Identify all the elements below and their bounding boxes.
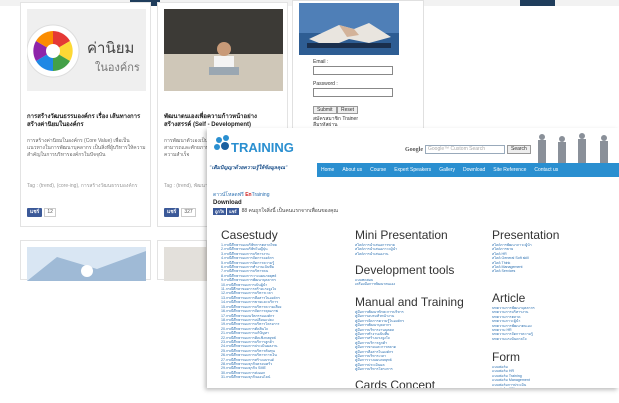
entraining-logo[interactable]: TRAINING	[211, 132, 301, 160]
form-section: Form แบบฟอร์ม แบบฟอร์ม HR แบบฟอร์ม Trainin…	[492, 350, 612, 388]
download-link[interactable]: 31.กรณีศึกษาของธุรกิจออนไลน์	[221, 375, 341, 379]
development-tools-section: Development tools แบบทดสอบ เครื่องมือการพ…	[355, 263, 485, 287]
article-heading: Article	[492, 291, 526, 305]
thumbnail-partial	[164, 247, 208, 281]
download-link[interactable]: สไลด์การนำเสนองาน	[355, 252, 485, 256]
logo-text: TRAINING	[231, 140, 294, 155]
email-label: Email :	[313, 59, 329, 65]
thumbnail-subtitle: ในองค์กร	[95, 61, 140, 74]
main-nav: Home About us Course Expert Speakers Gal…	[317, 163, 619, 177]
card-title[interactable]: พัฒนาตนเองเพื่อความก้าวหน้าอย่างสร้างสรร…	[164, 113, 284, 129]
casestudy-section: Casestudy 1.กรณีศึกษาของบริษัทการตลาดไทย…	[221, 228, 341, 380]
presentation-section: Presentation สไลด์การพัฒนาภาวะผู้นำ สไลด์…	[492, 228, 612, 274]
thumbnail-self-development	[164, 9, 283, 91]
presentation-heading: Presentation	[492, 228, 560, 242]
nav-download[interactable]: Download	[459, 163, 489, 177]
thumbnail-title: ค่านิยม	[87, 40, 134, 57]
nav-about-us[interactable]: About us	[338, 163, 366, 177]
article-card-1[interactable]: ค่านิยม ในองค์กร การสร้างวัฒนธรรมองค์กร …	[20, 2, 151, 227]
article-card-4[interactable]	[157, 240, 208, 281]
password-field[interactable]	[313, 88, 393, 97]
site-header: TRAINING Google Google™ Custom Search Se…	[207, 128, 619, 163]
article-section: Article บทความการพัฒนาบุคลากร บทความการบร…	[492, 291, 612, 341]
share-button[interactable]: แชร์	[227, 208, 239, 215]
download-link[interactable]: สไลด์ Services	[492, 269, 612, 273]
like-button[interactable]: ถูกใจ	[213, 208, 227, 215]
password-label: Password :	[313, 81, 338, 87]
facebook-like-bar: ถูกใจ แชร์ 88 คนถูกใจสิ่งนี้ เป็นคนแรกจา…	[213, 208, 338, 215]
like-count-text: 88 คนถูกใจสิ่งนี้ เป็นคนแรกจากเพื่อนของค…	[241, 208, 339, 214]
share-count: 12	[44, 208, 56, 217]
casestudy-links: 1.กรณีศึกษาของบริษัทการตลาดไทย 2.กรณีศึกษ…	[221, 243, 341, 380]
share-button[interactable]: แชร์	[164, 208, 180, 217]
development-tools-links: แบบทดสอบ เครื่องมือการพัฒนาตนเอง	[355, 278, 485, 287]
share-count: 327	[181, 208, 196, 217]
nav-expert-speakers[interactable]: Expert Speakers	[390, 163, 435, 177]
cards-concept-heading: Cards Concept	[355, 378, 436, 388]
email-field[interactable]	[313, 66, 393, 75]
mini-presentation-heading: Mini Presentation	[355, 228, 448, 242]
nav-gallery[interactable]: Gallery	[435, 163, 459, 177]
form-heading: Form	[492, 350, 520, 364]
business-people-graphic	[538, 133, 608, 163]
search-input[interactable]: Google™ Custom Search	[425, 145, 505, 154]
login-panel: Email : Password : Submit Reset สมัครสมา…	[292, 0, 424, 130]
nav-home[interactable]: Home	[317, 163, 338, 177]
nav-contact-us[interactable]: Contact us	[530, 163, 562, 177]
page-title: Download	[213, 200, 242, 206]
cards-concept-section: Cards Concept	[355, 378, 485, 388]
card-title[interactable]: การสร้างวัฒนธรรมองค์กร เรื่อง เส้นทางการ…	[27, 113, 147, 129]
mini-presentation-section: Mini Presentation สไลด์การนำเสนอการขาย สไ…	[355, 228, 485, 256]
facebook-share[interactable]: แชร์ 327	[164, 208, 196, 217]
search-button[interactable]: Search	[507, 145, 531, 154]
breadcrumb-prefix[interactable]: ดาวน์โหลดฟรี	[213, 192, 244, 198]
download-link[interactable]: เครื่องมือการพัฒนาตนเอง	[355, 282, 485, 286]
article-links: บทความการพัฒนาบุคลากร บทความการบริหารงานบ…	[492, 306, 612, 341]
article-card-3[interactable]	[20, 240, 151, 281]
card-description: การสร้างค่านิยมในองค์กร (Core Value) เพื…	[27, 138, 146, 158]
breadcrumb-brand: Training	[251, 192, 270, 198]
nav-site-reference[interactable]: Site Reference	[489, 163, 530, 177]
manual-training-section: Manual and Training คู่มือการพัฒนาทักษะก…	[355, 295, 485, 372]
top-bar-dark	[520, 0, 555, 6]
entraining-website: TRAINING Google Google™ Custom Search Se…	[207, 128, 619, 388]
nav-course[interactable]: Course	[366, 163, 390, 177]
manual-training-heading: Manual and Training	[355, 295, 464, 309]
thumbnail-sky	[27, 247, 146, 281]
download-link[interactable]: คู่มือการบริหารโครงการ	[355, 367, 485, 371]
share-button[interactable]: แชร์	[27, 208, 43, 217]
development-tools-heading: Development tools	[355, 263, 455, 277]
presentation-links: สไลด์การพัฒนาภาวะผู้นำ สไลด์การขาย สไลด์ H…	[492, 243, 612, 274]
facebook-share[interactable]: แชร์ 12	[27, 208, 56, 217]
google-label: Google	[405, 147, 423, 153]
mini-presentation-links: สไลด์การนำเสนอการขาย สไลด์การนำเสนอภาวะผู…	[355, 243, 485, 256]
casestudy-heading: Casestudy	[221, 228, 278, 242]
form-links: แบบฟอร์ม แบบฟอร์ม HR แบบฟอร์ม Training แบบฟ…	[492, 365, 612, 388]
card-tags[interactable]: Tag : (trend), (core-ing), การสร้างวัฒนธ…	[27, 183, 147, 190]
submit-button[interactable]: Submit	[313, 106, 337, 114]
thumbnail-core-value: ค่านิยม ในองค์กร	[27, 9, 146, 91]
download-link[interactable]: แบบฟอร์ม KPI	[492, 387, 612, 388]
download-link[interactable]: บทความแรงบันดาลใจ	[492, 337, 612, 341]
breadcrumb: ดาวน์โหลดฟรี EnTraining	[213, 192, 269, 199]
manual-training-links: คู่มือการพัฒนาทักษะการบริหาร คู่มือการอบร…	[355, 310, 485, 372]
reset-button[interactable]: Reset	[337, 106, 359, 114]
handshake-banner	[299, 3, 399, 55]
site-tagline: "เติมปัญญาด้วยความรู้ให้ข้อมูลคุณ"	[209, 166, 288, 171]
